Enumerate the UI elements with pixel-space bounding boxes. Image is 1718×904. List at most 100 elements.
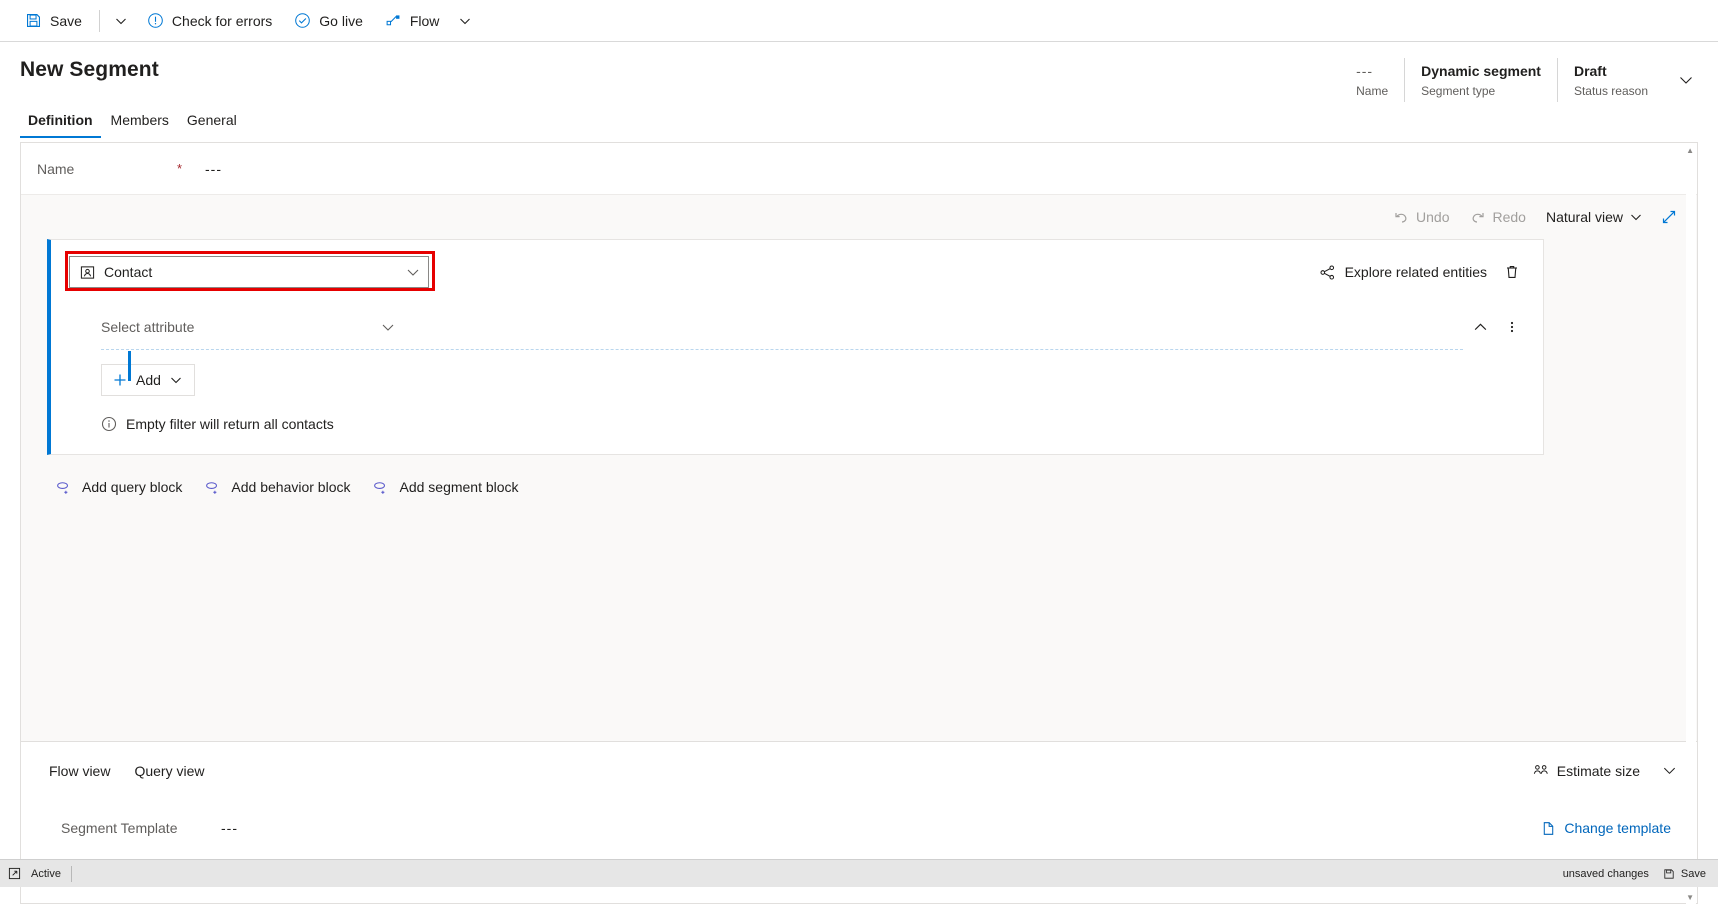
- expand-canvas-button[interactable]: [1653, 202, 1685, 232]
- query-block-actions: Explore related entities: [1313, 257, 1527, 287]
- undo-arrow-icon: [1393, 209, 1409, 225]
- name-field-label: Name: [37, 160, 75, 177]
- add-segment-block-icon: [372, 479, 389, 496]
- tab-definition-label: Definition: [28, 112, 93, 128]
- command-bar-divider: [98, 9, 100, 32]
- redo-button[interactable]: Redo: [1461, 202, 1535, 232]
- estimate-size-label: Estimate size: [1556, 762, 1640, 779]
- scroll-up-arrow[interactable]: ▲: [1686, 146, 1694, 155]
- undo-button-label: Undo: [1416, 209, 1450, 225]
- redo-button-label: Redo: [1492, 209, 1526, 225]
- people-icon: [1532, 762, 1550, 780]
- view-bar: Flow view Query view Estimate size: [21, 741, 1697, 799]
- undo-button[interactable]: Undo: [1384, 202, 1458, 232]
- go-live-label: Go live: [319, 12, 363, 29]
- ellipsis-vertical-icon: [1505, 320, 1519, 334]
- contact-entity-icon: [80, 265, 95, 280]
- tab-general-label: General: [186, 112, 237, 128]
- tab-members[interactable]: Members: [103, 110, 177, 138]
- share-nodes-icon: [1319, 264, 1336, 281]
- attribute-select[interactable]: Select attribute: [101, 312, 401, 342]
- command-bar: Save Check for errors Go live Flow: [0, 0, 1718, 42]
- segment-template-row: Segment Template --- Change template: [21, 799, 1697, 857]
- tab-strip: Definition Members General: [0, 104, 1718, 138]
- status-bar-state-label: Active: [31, 867, 61, 880]
- header-meta-segment-type-value: Dynamic segment: [1421, 62, 1541, 79]
- form-scrollbar[interactable]: ▲ ▼: [1686, 144, 1696, 904]
- add-behavior-block-button[interactable]: Add behavior block: [204, 473, 350, 501]
- chevron-down-icon: [459, 15, 471, 27]
- explore-related-entities-button[interactable]: Explore related entities: [1313, 257, 1493, 287]
- header-expand-button[interactable]: [1664, 58, 1700, 102]
- attribute-row-actions: [1465, 312, 1527, 342]
- empty-filter-info-text: Empty filter will return all contacts: [126, 416, 334, 432]
- check-for-errors-button[interactable]: Check for errors: [136, 4, 283, 38]
- query-view-tab[interactable]: Query view: [126, 757, 212, 785]
- resize-icon[interactable]: [8, 867, 21, 880]
- flow-label: Flow: [409, 12, 440, 29]
- flow-options-caret[interactable]: [450, 4, 480, 38]
- flow-button[interactable]: Flow: [374, 4, 451, 38]
- builder-toolbar: Undo Redo Natural view: [21, 195, 1697, 239]
- page-title: New Segment: [20, 58, 159, 81]
- header-meta-segment-type: Dynamic segment Segment type: [1404, 58, 1557, 102]
- add-behavior-block-label: Add behavior block: [231, 479, 351, 495]
- status-bar: Active unsaved changes Save: [0, 859, 1718, 887]
- entity-select[interactable]: Contact: [69, 256, 429, 288]
- entity-select-value: Contact: [104, 264, 153, 280]
- status-bar-divider: [70, 865, 72, 882]
- required-indicator: *: [177, 161, 183, 176]
- add-query-block-button[interactable]: Add query block: [55, 473, 182, 501]
- info-circle-icon: [101, 416, 117, 432]
- add-behavior-block-icon: [204, 479, 221, 496]
- view-mode-label: Natural view: [1545, 209, 1623, 225]
- header-meta-name-label: Name: [1356, 83, 1389, 98]
- add-query-block-icon: [55, 479, 72, 496]
- add-condition-button[interactable]: Add: [101, 364, 195, 396]
- page-header: New Segment --- Name Dynamic segment Seg…: [0, 42, 1718, 104]
- chevron-down-icon: [381, 320, 395, 334]
- status-bar-save-button[interactable]: Save: [1663, 868, 1706, 880]
- tab-definition[interactable]: Definition: [20, 110, 101, 138]
- scroll-down-arrow[interactable]: ▼: [1686, 893, 1694, 902]
- flow-icon: [385, 12, 402, 29]
- delete-query-block-button[interactable]: [1497, 257, 1527, 287]
- query-view-tab-label: Query view: [134, 762, 205, 779]
- view-mode-dropdown[interactable]: Natural view: [1537, 202, 1651, 232]
- flow-view-tab[interactable]: Flow view: [41, 757, 118, 785]
- redo-arrow-icon: [1470, 209, 1486, 225]
- branch-connector: [128, 351, 131, 381]
- save-options-caret[interactable]: [106, 4, 136, 38]
- add-condition-label: Add: [136, 372, 161, 388]
- estimate-size-group: Estimate size: [1523, 756, 1685, 786]
- estimate-size-button[interactable]: Estimate size: [1523, 756, 1649, 786]
- exclamation-circle-icon: [147, 12, 164, 29]
- status-bar-right: unsaved changes Save: [1563, 868, 1706, 880]
- unsaved-changes-label: unsaved changes: [1562, 867, 1649, 880]
- attribute-separator: [101, 349, 1463, 381]
- chevron-up-icon: [1473, 320, 1488, 335]
- header-meta-status-reason: Draft Status reason: [1556, 58, 1664, 102]
- change-template-button[interactable]: Change template: [1533, 814, 1679, 842]
- tab-general[interactable]: General: [179, 110, 245, 138]
- name-field-value[interactable]: ---: [205, 161, 222, 177]
- save-button-label: Save: [50, 12, 82, 29]
- status-bar-save-label: Save: [1680, 867, 1706, 880]
- add-segment-block-button[interactable]: Add segment block: [372, 473, 519, 501]
- trash-icon: [1504, 264, 1520, 280]
- attribute-more-options-button[interactable]: [1497, 312, 1527, 342]
- header-meta-name-value: ---: [1356, 62, 1374, 79]
- name-field-row: Name * ---: [21, 143, 1697, 195]
- explore-related-entities-label: Explore related entities: [1344, 264, 1487, 280]
- header-meta-name: --- Name: [1340, 58, 1404, 102]
- chevron-down-icon: [406, 265, 420, 279]
- collapse-attribute-button[interactable]: [1465, 312, 1495, 342]
- chevron-down-icon: [115, 15, 127, 27]
- empty-filter-info: Empty filter will return all contacts: [101, 416, 1543, 432]
- estimate-size-caret[interactable]: [1653, 756, 1685, 786]
- document-icon: [1541, 821, 1556, 836]
- segment-template-value: ---: [221, 820, 238, 836]
- go-live-button[interactable]: Go live: [283, 4, 374, 38]
- header-metadata: --- Name Dynamic segment Segment type Dr…: [1340, 56, 1700, 102]
- save-button[interactable]: Save: [14, 4, 93, 38]
